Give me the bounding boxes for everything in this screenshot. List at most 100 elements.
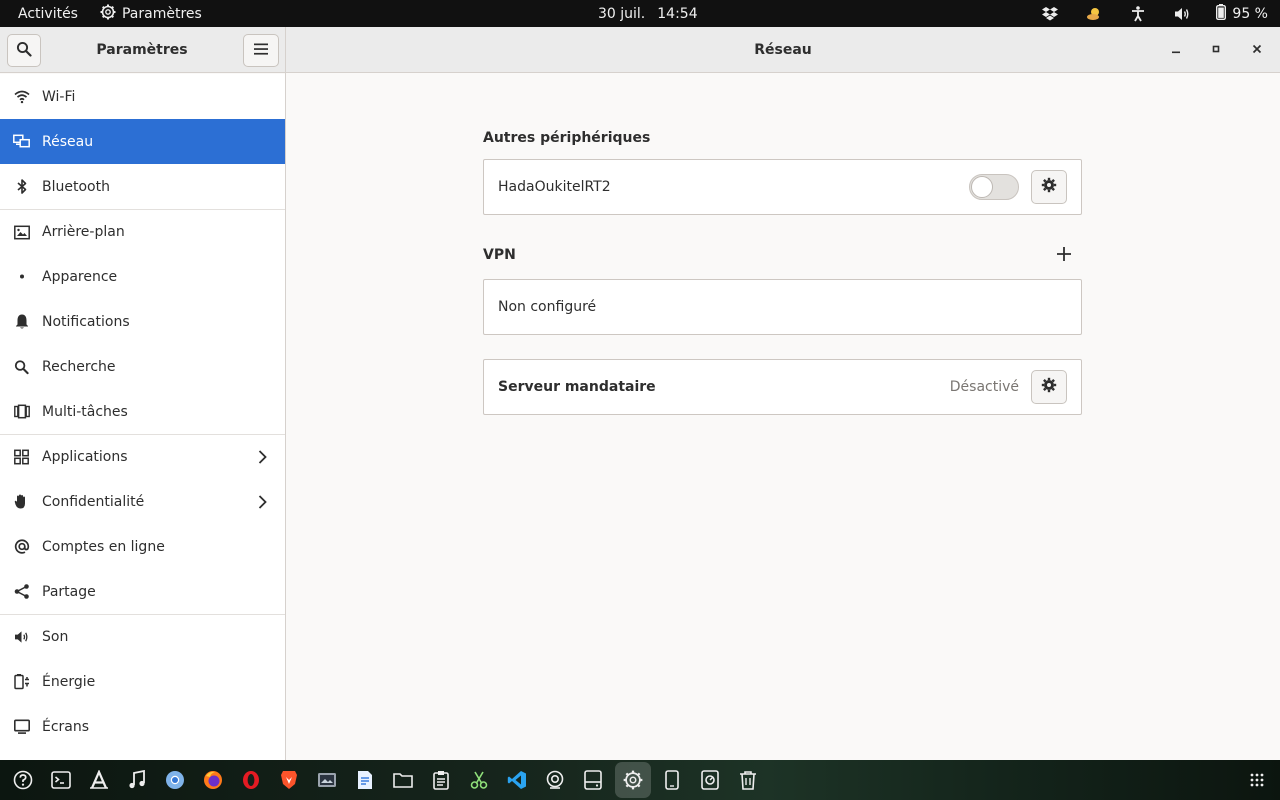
sidebar-item-privacy[interactable]: Confidentialité (0, 479, 285, 524)
clock[interactable]: 30 juil. 14:54 (598, 0, 698, 27)
opera-icon[interactable] (241, 770, 261, 790)
sidebar-item-label: Réseau (42, 133, 94, 150)
display-icon (13, 718, 30, 735)
share-icon (13, 583, 30, 600)
folder-icon[interactable] (393, 770, 413, 790)
device-row: HadaOukitelRT2 (483, 159, 1082, 215)
chromium-icon[interactable] (165, 770, 185, 790)
sidebar-title: Paramètres (96, 42, 188, 58)
weather-icon[interactable] (1086, 6, 1102, 22)
sidebar: Wi-Fi Réseau Bluetooth Arrière-plan Appa… (0, 74, 285, 760)
device-toggle[interactable] (969, 174, 1019, 200)
device-name: HadaOukitelRT2 (498, 179, 611, 195)
sidebar-item-bluetooth[interactable]: Bluetooth (0, 164, 285, 209)
hamburger-icon (254, 43, 268, 59)
search-icon (13, 358, 30, 375)
clipboard-icon[interactable] (431, 770, 451, 790)
accessibility-icon[interactable] (1130, 5, 1146, 22)
sidebar-item-displays[interactable]: Écrans (0, 704, 285, 749)
sidebar-item-wifi[interactable]: Wi-Fi (0, 74, 285, 119)
sidebar-item-network[interactable]: Réseau (0, 119, 285, 164)
device-settings-button[interactable] (1031, 170, 1067, 204)
sidebar-item-label: Notifications (42, 313, 130, 330)
settings-window: Paramètres Réseau Wi-Fi Réseau Bluetooth… (0, 27, 1280, 760)
minimize-button[interactable] (1166, 40, 1186, 60)
app-store-icon[interactable] (89, 770, 109, 790)
page-title: Réseau (754, 42, 812, 58)
trash-icon[interactable] (738, 770, 758, 790)
vscode-icon[interactable] (507, 770, 527, 790)
search-button[interactable] (7, 34, 41, 67)
power-icon (13, 673, 30, 690)
screenshot-app-icon[interactable] (317, 770, 337, 790)
maximize-button[interactable] (1206, 40, 1226, 60)
vpn-status: Non configuré (498, 299, 597, 315)
sidebar-item-appearance[interactable]: Apparence (0, 254, 285, 299)
sidebar-item-label: Son (42, 629, 69, 645)
hand-icon (13, 493, 30, 510)
clock-date: 30 juil. (598, 5, 646, 22)
sidebar-item-background[interactable]: Arrière-plan (0, 209, 285, 254)
vpn-row: Non configuré (483, 279, 1082, 335)
brave-icon[interactable] (279, 770, 299, 790)
sidebar-item-sharing[interactable]: Partage (0, 569, 285, 614)
dock (0, 760, 1280, 800)
sidebar-item-label: Wi-Fi (42, 88, 76, 105)
sidebar-item-label: Énergie (42, 673, 96, 690)
app-grid-icon[interactable] (1247, 770, 1267, 790)
sidebar-item-power[interactable]: Énergie (0, 659, 285, 704)
sidebar-item-applications[interactable]: Applications (0, 434, 285, 479)
maximize-icon (1211, 42, 1221, 58)
sidebar-item-label: Multi-tâches (42, 403, 128, 420)
sidebar-item-sound[interactable]: Son (0, 614, 285, 659)
disk-usage-icon[interactable] (700, 770, 720, 790)
document-icon[interactable] (355, 770, 375, 790)
sidebar-item-label: Arrière-plan (42, 224, 125, 240)
top-bar: Activités Paramètres 30 juil. 14:54 95 % (0, 0, 1280, 27)
toggle-knob (971, 176, 993, 198)
bell-icon (13, 313, 30, 330)
firefox-icon[interactable] (203, 770, 223, 790)
sidebar-item-online-accounts[interactable]: Comptes en ligne (0, 524, 285, 569)
vpn-title: VPN (483, 247, 516, 263)
gear-icon (100, 4, 116, 24)
network-icon (13, 133, 30, 150)
volume-icon[interactable] (1174, 6, 1190, 22)
proxy-status: Désactivé (949, 379, 1019, 395)
sidebar-item-label: Applications (42, 449, 128, 465)
sidebar-item-label: Comptes en ligne (42, 538, 165, 555)
sidebar-item-label: Bluetooth (42, 178, 110, 195)
battery-icon (1216, 3, 1227, 24)
add-vpn-button[interactable] (1054, 246, 1074, 266)
phone-icon[interactable] (662, 770, 682, 790)
close-icon (1252, 42, 1262, 58)
music-icon[interactable] (127, 770, 147, 790)
sidebar-item-label: Confidentialité (42, 493, 145, 510)
dropbox-icon[interactable] (1042, 6, 1059, 22)
sidebar-item-label: Écrans (42, 718, 90, 735)
battery-indicator[interactable]: 95 % (1216, 3, 1268, 24)
webcam-icon[interactable] (545, 770, 565, 790)
activities-button[interactable]: Activités (0, 6, 78, 22)
proxy-label: Serveur mandataire (498, 379, 656, 395)
help-icon[interactable] (13, 770, 33, 790)
settings-app-icon[interactable] (623, 770, 643, 790)
gear-icon (1041, 377, 1057, 397)
background-icon (13, 224, 30, 241)
terminal-icon[interactable] (51, 770, 71, 790)
scissors-icon[interactable] (469, 770, 489, 790)
clock-time: 14:54 (657, 5, 698, 22)
app-menu[interactable]: Paramètres (100, 4, 202, 24)
sidebar-item-label: Partage (42, 583, 96, 600)
sidebar-item-search[interactable]: Recherche (0, 344, 285, 389)
speaker-icon (13, 629, 30, 646)
main-menu-button[interactable] (243, 34, 279, 67)
proxy-settings-button[interactable] (1031, 370, 1067, 404)
sidebar-item-multitasking[interactable]: Multi-tâches (0, 389, 285, 434)
proxy-row[interactable]: Serveur mandataire Désactivé (483, 359, 1082, 415)
sidebar-item-notifications[interactable]: Notifications (0, 299, 285, 344)
close-button[interactable] (1247, 40, 1267, 60)
drive-icon[interactable] (583, 770, 603, 790)
content-headerbar: Réseau (286, 27, 1280, 73)
system-tray[interactable]: 95 % (1014, 0, 1268, 27)
